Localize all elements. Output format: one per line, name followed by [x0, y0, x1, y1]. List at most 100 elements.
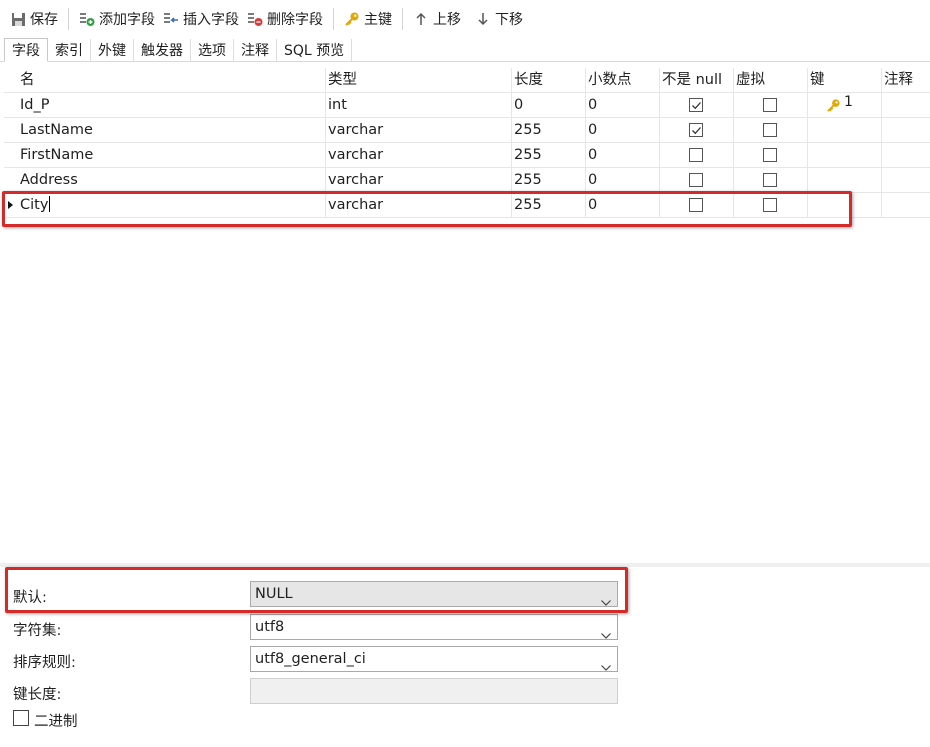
- delete-field-button[interactable]: 删除字段: [243, 5, 327, 33]
- collation-label: 排序规则:: [13, 655, 76, 671]
- not-null-checkbox[interactable]: [689, 98, 703, 112]
- not-null-cell: [660, 143, 734, 168]
- charset-select[interactable]: utf8: [250, 614, 618, 640]
- field-length[interactable]: 255: [512, 193, 586, 218]
- column-header-type[interactable]: 类型: [326, 68, 512, 93]
- field-length[interactable]: 255: [512, 143, 586, 168]
- collation-value: utf8_general_ci: [255, 651, 366, 667]
- table-row[interactable]: FirstName varchar 255 0: [4, 143, 930, 168]
- field-decimals[interactable]: 0: [586, 193, 660, 218]
- field-comment[interactable]: [882, 143, 930, 168]
- key-cell[interactable]: 1: [808, 93, 882, 118]
- field-comment[interactable]: [882, 118, 930, 143]
- virtual-checkbox[interactable]: [763, 123, 777, 137]
- charset-value: utf8: [255, 619, 285, 635]
- field-length[interactable]: 0: [512, 93, 586, 118]
- tab-triggers[interactable]: 触发器: [134, 39, 191, 61]
- delete-field-label: 删除字段: [267, 12, 323, 28]
- column-header-key[interactable]: 键: [808, 68, 882, 93]
- field-name[interactable]: Id_P: [18, 93, 326, 118]
- key-cell[interactable]: [808, 168, 882, 193]
- virtual-checkbox[interactable]: [763, 148, 777, 162]
- move-up-button[interactable]: 上移: [409, 5, 465, 33]
- add-field-button[interactable]: 添加字段: [75, 5, 159, 33]
- key-cell[interactable]: [808, 118, 882, 143]
- field-type[interactable]: varchar: [326, 193, 512, 218]
- column-header-decimals[interactable]: 小数点: [586, 68, 660, 93]
- field-length[interactable]: 255: [512, 118, 586, 143]
- move-up-label: 上移: [433, 12, 461, 28]
- save-button[interactable]: 保存: [6, 5, 62, 33]
- field-type[interactable]: varchar: [326, 143, 512, 168]
- arrow-down-icon: [475, 11, 491, 27]
- insert-field-label: 插入字段: [183, 12, 239, 28]
- table-row[interactable]: Id_P int 0 0 1: [4, 93, 930, 118]
- field-properties-panel: 默认: NULL 字符集: utf8 排序规则: utf8_general_ci…: [0, 563, 930, 747]
- field-name[interactable]: Address: [18, 168, 326, 193]
- field-comment[interactable]: [882, 168, 930, 193]
- table-row[interactable]: LastName varchar 255 0: [4, 118, 930, 143]
- collation-select[interactable]: utf8_general_ci: [250, 646, 618, 672]
- add-field-label: 添加字段: [99, 12, 155, 28]
- delete-field-icon: [247, 11, 263, 27]
- not-null-checkbox[interactable]: [689, 123, 703, 137]
- binary-checkbox[interactable]: [13, 710, 29, 726]
- tab-bar: 字段 索引 外键 触发器 选项 注释 SQL 预览: [0, 38, 930, 62]
- field-decimals[interactable]: 0: [586, 118, 660, 143]
- key-length-input: [250, 678, 618, 704]
- not-null-checkbox[interactable]: [689, 198, 703, 212]
- field-decimals[interactable]: 0: [586, 93, 660, 118]
- column-header-virtual[interactable]: 虚拟: [734, 68, 808, 93]
- insert-field-icon: [163, 11, 179, 27]
- tab-fields[interactable]: 字段: [4, 38, 48, 62]
- charset-label: 字符集:: [13, 623, 62, 639]
- key-cell[interactable]: [808, 143, 882, 168]
- virtual-checkbox[interactable]: [763, 98, 777, 112]
- text-caret: [49, 196, 51, 212]
- key-icon: [826, 97, 841, 118]
- primary-key-button[interactable]: 主键: [340, 5, 396, 33]
- tab-options[interactable]: 选项: [191, 39, 234, 61]
- insert-field-button[interactable]: 插入字段: [159, 5, 243, 33]
- field-name[interactable]: LastName: [18, 118, 326, 143]
- virtual-checkbox[interactable]: [763, 198, 777, 212]
- key-cell[interactable]: [808, 193, 882, 218]
- tab-indexes[interactable]: 索引: [48, 39, 91, 61]
- move-down-button[interactable]: 下移: [471, 5, 527, 33]
- field-comment[interactable]: [882, 93, 930, 118]
- field-decimals[interactable]: 0: [586, 143, 660, 168]
- field-type[interactable]: varchar: [326, 168, 512, 193]
- arrow-up-icon: [413, 11, 429, 27]
- toolbar-divider: [68, 8, 69, 30]
- field-type[interactable]: int: [326, 93, 512, 118]
- virtual-cell: [734, 143, 808, 168]
- default-select[interactable]: NULL: [250, 581, 618, 607]
- field-name[interactable]: FirstName: [18, 143, 326, 168]
- column-header-name[interactable]: 名: [18, 68, 326, 93]
- tab-comment[interactable]: 注释: [234, 39, 277, 61]
- field-type[interactable]: varchar: [326, 118, 512, 143]
- column-header-comment[interactable]: 注释: [882, 68, 930, 93]
- not-null-cell: [660, 118, 734, 143]
- table-row-selected[interactable]: City varchar 255 0: [4, 193, 930, 218]
- key-order: 1: [844, 94, 853, 110]
- tab-foreign-keys[interactable]: 外键: [91, 39, 134, 61]
- primary-key-label: 主键: [364, 12, 392, 28]
- not-null-checkbox[interactable]: [689, 148, 703, 162]
- chevron-down-icon: [601, 590, 611, 614]
- field-length[interactable]: 255: [512, 168, 586, 193]
- not-null-checkbox[interactable]: [689, 173, 703, 187]
- column-header-not-null[interactable]: 不是 null: [660, 68, 734, 93]
- virtual-cell: [734, 93, 808, 118]
- key-length-label: 键长度:: [13, 687, 62, 703]
- table-row[interactable]: Address varchar 255 0: [4, 168, 930, 193]
- field-name: City: [20, 197, 49, 213]
- virtual-checkbox[interactable]: [763, 173, 777, 187]
- field-comment[interactable]: [882, 193, 930, 218]
- column-header-length[interactable]: 长度: [512, 68, 586, 93]
- field-name-editor[interactable]: City: [18, 193, 326, 218]
- tab-sql-preview[interactable]: SQL 预览: [277, 39, 353, 61]
- field-decimals[interactable]: 0: [586, 168, 660, 193]
- save-label: 保存: [30, 12, 58, 28]
- toolbar-divider: [402, 8, 403, 30]
